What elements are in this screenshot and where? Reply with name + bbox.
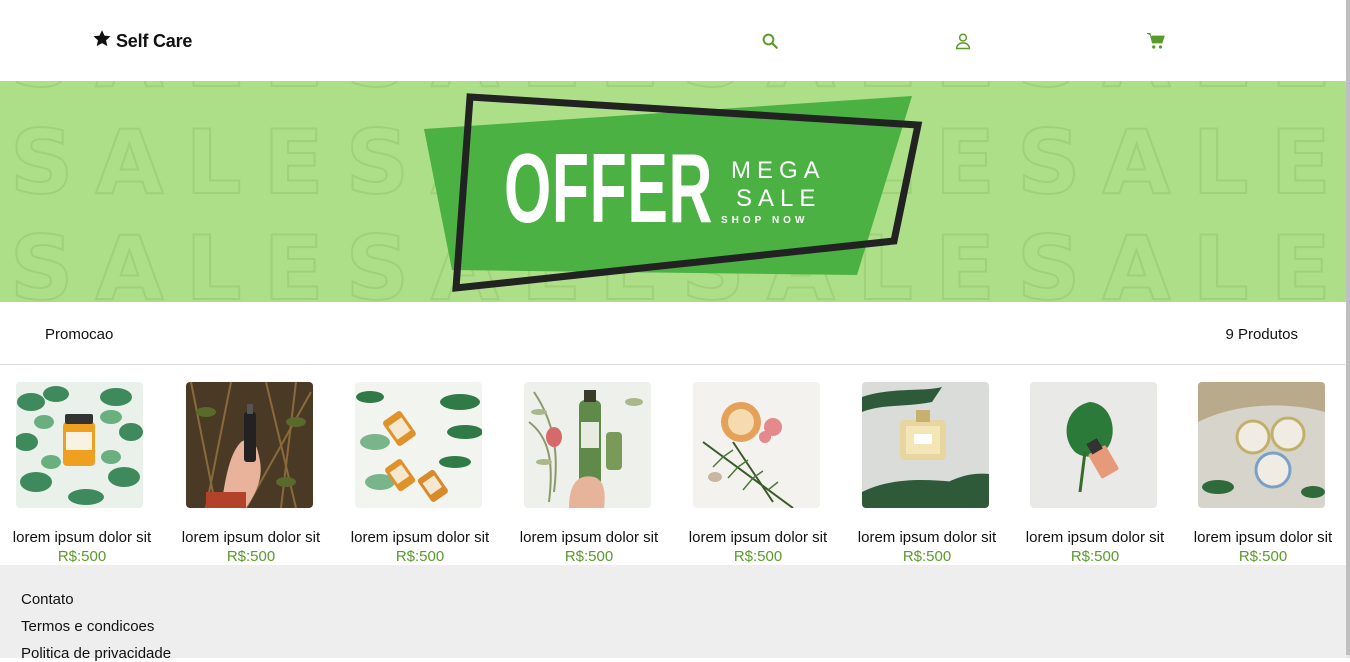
product-card[interactable]: lorem ipsum dolor sit R$:500 [345, 382, 513, 567]
brand-logo[interactable]: Self Care [92, 29, 192, 53]
mega-label: MEGA [731, 157, 826, 184]
product-card[interactable]: lorem ipsum dolor sit R$:500 [683, 382, 851, 567]
product-price: R$:500 [1070, 548, 1120, 565]
footer-link-termos[interactable]: Termos e condicoes [21, 618, 154, 635]
footer-link-privacidade[interactable]: Politica de privacidade [21, 645, 171, 662]
product-price: R$:500 [395, 548, 445, 565]
top-header: Self Care [0, 0, 1346, 80]
product-price: R$:500 [57, 548, 107, 565]
product-card[interactable]: lorem ipsum dolor sit R$:500 [1020, 382, 1188, 567]
product-image [1030, 382, 1157, 508]
product-name: lorem ipsum dolor sit [1193, 529, 1333, 546]
product-list: lorem ipsum dolor sit R$:500 lorem ipsum… [0, 365, 1346, 565]
category-bar: Promocao 9 Produtos [0, 302, 1346, 365]
product-image [355, 382, 482, 508]
product-name: lorem ipsum dolor sit [350, 529, 490, 546]
product-name: lorem ipsum dolor sit [12, 529, 152, 546]
product-name: lorem ipsum dolor sit [1025, 529, 1165, 546]
category-title: Promocao [45, 326, 114, 343]
page: Self Care SALESALESALESALE SALESALESALES… [0, 0, 1346, 662]
product-name: lorem ipsum dolor sit [857, 529, 997, 546]
promo-banner[interactable]: SALESALESALESALE SALESALESALESALE SALESA… [0, 81, 1346, 302]
footer-link-contato[interactable]: Contato [21, 591, 74, 608]
product-image [16, 382, 143, 508]
sale-label: SALE [736, 185, 822, 212]
product-price: R$:500 [226, 548, 276, 565]
footer: Contato Termos e condicoes Politica de p… [0, 565, 1346, 662]
product-name: lorem ipsum dolor sit [181, 529, 321, 546]
cart-icon[interactable] [1145, 30, 1167, 52]
product-price: R$:500 [1238, 548, 1288, 565]
product-count: 9 Produtos [1225, 326, 1298, 343]
bg-sale-text: SALESALESALESALE [10, 81, 1346, 107]
product-image [524, 382, 651, 508]
user-icon[interactable] [952, 30, 974, 52]
product-name: lorem ipsum dolor sit [688, 529, 828, 546]
product-image [693, 382, 820, 508]
product-card[interactable]: lorem ipsum dolor sit R$:500 [1188, 382, 1350, 567]
product-price: R$:500 [564, 548, 614, 565]
product-price: R$:500 [902, 548, 952, 565]
product-image [862, 382, 989, 508]
offer-title: OFFER [504, 133, 713, 243]
product-card[interactable]: lorem ipsum dolor sit R$:500 [852, 382, 1020, 567]
shop-now-label: SHOP NOW [721, 215, 809, 226]
search-icon[interactable] [759, 30, 781, 52]
scrollbar-thumb[interactable] [1346, 0, 1350, 655]
product-price: R$:500 [733, 548, 783, 565]
product-image [1198, 382, 1325, 508]
product-card[interactable]: lorem ipsum dolor sit R$:500 [514, 382, 682, 567]
product-image [186, 382, 313, 508]
brand-name: Self Care [116, 30, 193, 51]
product-card[interactable]: lorem ipsum dolor sit R$:500 [7, 382, 175, 567]
product-name: lorem ipsum dolor sit [519, 529, 659, 546]
star-icon [92, 29, 112, 53]
product-card[interactable]: lorem ipsum dolor sit R$:500 [176, 382, 344, 567]
